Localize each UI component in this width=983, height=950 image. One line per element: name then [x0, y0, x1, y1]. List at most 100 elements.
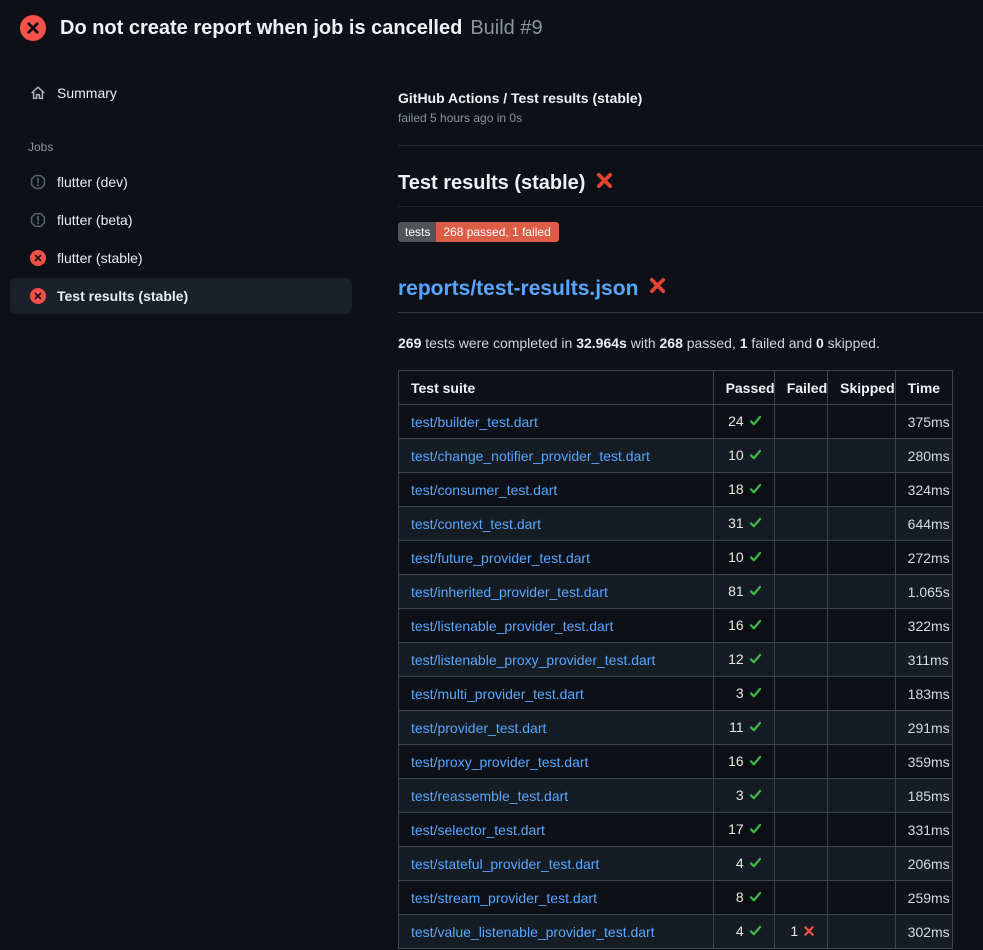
skipped-cell: [828, 745, 895, 779]
test-suite-link[interactable]: test/future_provider_test.dart: [411, 550, 590, 566]
test-suite-link[interactable]: test/listenable_proxy_provider_test.dart: [411, 652, 655, 668]
test-suite-link[interactable]: test/change_notifier_provider_test.dart: [411, 448, 650, 464]
home-icon: [30, 85, 46, 101]
test-suite-link[interactable]: test/selector_test.dart: [411, 822, 545, 838]
failed-cell: [774, 745, 827, 779]
passed-cell: 8: [713, 881, 774, 915]
passed-cell: 4: [713, 847, 774, 881]
table-row: test/future_provider_test.dart10272ms: [399, 541, 953, 575]
check-icon: [749, 890, 762, 906]
test-suite-link[interactable]: test/reassemble_test.dart: [411, 788, 568, 804]
failed-cell: [774, 779, 827, 813]
column-header-skipped: Skipped: [828, 371, 895, 405]
test-suite-link[interactable]: test/stream_provider_test.dart: [411, 890, 597, 906]
test-suite-cell: test/listenable_proxy_provider_test.dart: [399, 643, 714, 677]
passed-cell: 31: [713, 507, 774, 541]
passed-cell: 3: [713, 779, 774, 813]
test-suite-cell: test/stream_provider_test.dart: [399, 881, 714, 915]
tests-badge: tests268 passed, 1 failed: [398, 222, 559, 242]
test-suite-cell: test/change_notifier_provider_test.dart: [399, 439, 714, 473]
test-suite-link[interactable]: test/consumer_test.dart: [411, 482, 557, 498]
passed-cell: 11: [713, 711, 774, 745]
table-row: test/listenable_proxy_provider_test.dart…: [399, 643, 953, 677]
jobs-list: flutter (dev) flutter (beta) flutter (stab…: [0, 164, 370, 314]
section-title: Test results (stable): [398, 171, 983, 207]
column-header-failed: Failed: [774, 371, 827, 405]
passed-cell: 3: [713, 677, 774, 711]
skipped-cell: [828, 575, 895, 609]
time-cell: 272ms: [895, 541, 952, 575]
passed-cell: 17: [713, 813, 774, 847]
test-suite-link[interactable]: test/multi_provider_test.dart: [411, 686, 584, 702]
sidebar-item-flutter-dev-[interactable]: flutter (dev): [10, 164, 352, 200]
test-suite-link[interactable]: test/context_test.dart: [411, 516, 541, 532]
sidebar-item-flutter-beta-[interactable]: flutter (beta): [10, 202, 352, 238]
page-title: Do not create report when job is cancell…: [60, 17, 462, 39]
sidebar-item-label: Test results (stable): [57, 288, 188, 304]
test-suite-link[interactable]: test/listenable_provider_test.dart: [411, 618, 613, 634]
test-suite-cell: test/context_test.dart: [399, 507, 714, 541]
test-suite-cell: test/provider_test.dart: [399, 711, 714, 745]
skipped-cell: [828, 779, 895, 813]
test-suite-cell: test/stateful_provider_test.dart: [399, 847, 714, 881]
passed-cell: 24: [713, 405, 774, 439]
passed-cell: 12: [713, 643, 774, 677]
test-suite-cell: test/listenable_provider_test.dart: [399, 609, 714, 643]
table-row: test/multi_provider_test.dart3183ms: [399, 677, 953, 711]
test-suite-link[interactable]: test/provider_test.dart: [411, 720, 546, 736]
x-circle-icon: [30, 288, 46, 304]
table-row: test/reassemble_test.dart3185ms: [399, 779, 953, 813]
test-suite-cell: test/multi_provider_test.dart: [399, 677, 714, 711]
test-suite-link[interactable]: test/stateful_provider_test.dart: [411, 856, 599, 872]
table-row: test/inherited_provider_test.dart811.065…: [399, 575, 953, 609]
test-suite-cell: test/inherited_provider_test.dart: [399, 575, 714, 609]
sidebar-item-label: flutter (dev): [57, 174, 128, 190]
test-suite-link[interactable]: test/inherited_provider_test.dart: [411, 584, 608, 600]
duration: 32.964s: [576, 335, 627, 351]
sidebar-item-summary[interactable]: Summary: [10, 76, 352, 110]
test-suite-cell: test/consumer_test.dart: [399, 473, 714, 507]
check-icon: [749, 584, 762, 600]
x-circle-icon: [20, 15, 46, 41]
skipped-cell: [828, 881, 895, 915]
failed-cell: [774, 609, 827, 643]
check-icon: [749, 482, 762, 498]
failed-cell: [774, 813, 827, 847]
check-icon: [749, 414, 762, 430]
stop-icon: [30, 212, 46, 228]
test-suite-cell: test/reassemble_test.dart: [399, 779, 714, 813]
skipped-cell: [828, 473, 895, 507]
check-icon: [749, 448, 762, 464]
check-icon: [749, 516, 762, 532]
test-suite-link[interactable]: test/value_listenable_provider_test.dart: [411, 924, 655, 940]
table-row: test/listenable_provider_test.dart 16 322m…: [399, 609, 953, 643]
table-row: test/proxy_provider_test.dart16359ms: [399, 745, 953, 779]
check-icon: [749, 822, 762, 838]
failed-cell: [774, 507, 827, 541]
passed-cell: 16: [713, 609, 774, 643]
header-divider: [398, 145, 983, 146]
sidebar-item-label: flutter (stable): [57, 250, 143, 266]
section-title-text: Test results (stable): [398, 172, 585, 195]
time-cell: 644ms: [895, 507, 952, 541]
test-suite-link[interactable]: test/proxy_provider_test.dart: [411, 754, 588, 770]
skipped-count: 0: [816, 335, 824, 351]
test-results-table: Test suite Passed Failed Skipped Time te…: [398, 370, 953, 949]
failed-cell: [774, 677, 827, 711]
table-row: test/provider_test.dart11291ms: [399, 711, 953, 745]
passed-cell: 4: [713, 915, 774, 949]
test-suite-cell: test/future_provider_test.dart: [399, 541, 714, 575]
time-cell: 322ms: [895, 609, 952, 643]
failed-cell: [774, 881, 827, 915]
failed-cell: [774, 405, 827, 439]
failed-cell: [774, 575, 827, 609]
sidebar-item-flutter-stable-[interactable]: flutter (stable): [10, 240, 352, 276]
skipped-cell: [828, 609, 895, 643]
sidebar-item-test-results-stable-[interactable]: Test results (stable): [10, 278, 352, 314]
report-file-link[interactable]: reports/test-results.json: [398, 277, 638, 301]
passed-cell: 18: [713, 473, 774, 507]
test-suite-cell: test/proxy_provider_test.dart: [399, 745, 714, 779]
failed-cell: [774, 643, 827, 677]
test-suite-link[interactable]: test/builder_test.dart: [411, 414, 538, 430]
check-icon: [749, 754, 762, 770]
